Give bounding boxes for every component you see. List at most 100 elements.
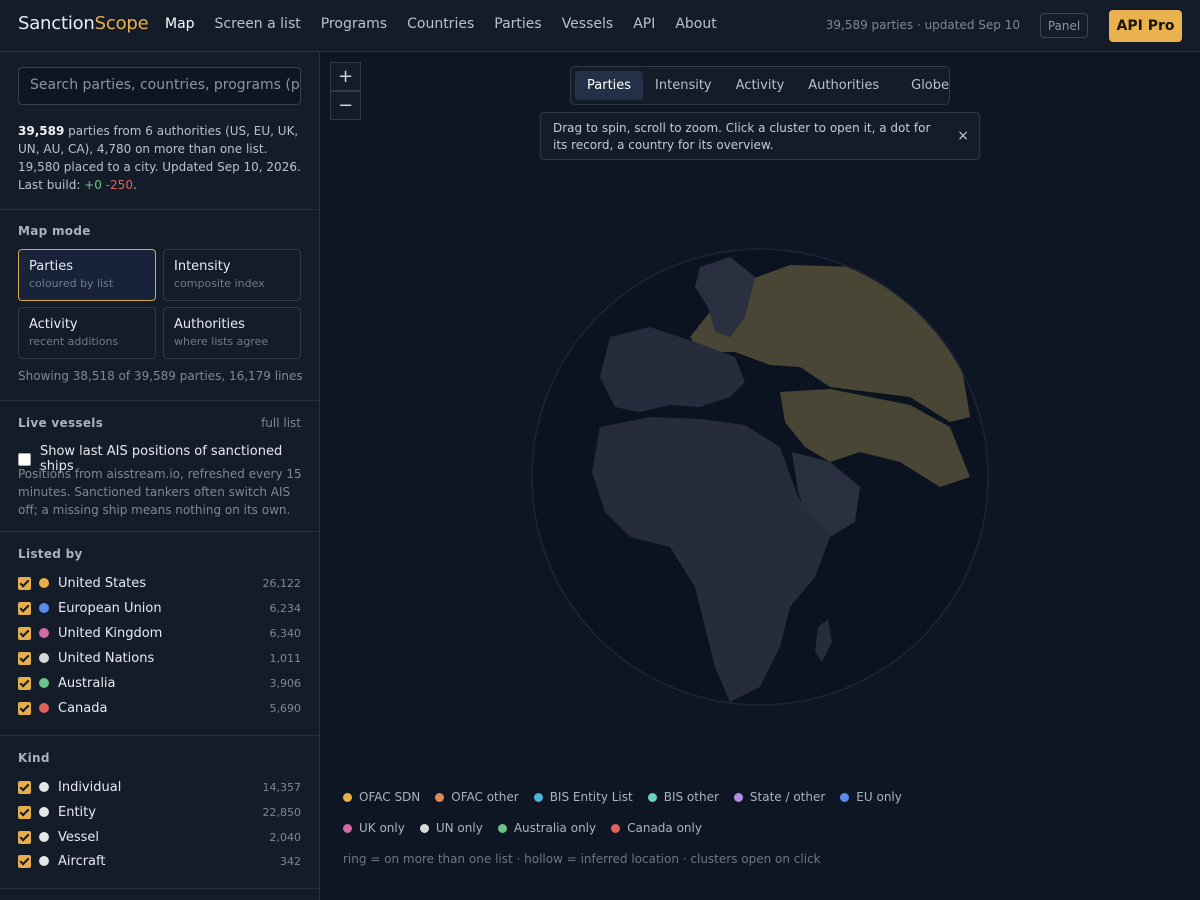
ais-description: Positions from aisstream.io, refreshed e…: [18, 467, 302, 517]
filter-count: 342: [280, 854, 301, 868]
summary-count: 39,589: [18, 124, 65, 138]
checkbox-checked[interactable]: [18, 830, 31, 844]
legend-item: BIS Entity List: [533, 788, 633, 806]
filter-label: United Kingdom: [58, 625, 163, 641]
filter-count: 2,040: [269, 830, 302, 844]
zoom-out-button[interactable]: −: [330, 91, 361, 120]
logo-main: Sanction: [18, 13, 95, 34]
nav-item-about[interactable]: About: [675, 16, 716, 32]
nav-item-api[interactable]: API: [633, 16, 655, 32]
divider: [0, 888, 319, 889]
filter-label: Canada: [58, 700, 108, 716]
api-pro-button[interactable]: API Pro: [1109, 10, 1182, 42]
legend-label: Canada only: [627, 821, 702, 835]
filter-entity[interactable]: Entity 22,850: [18, 802, 301, 822]
legend-dot: [419, 823, 429, 833]
checkbox-checked[interactable]: [18, 780, 31, 794]
filter-european-union[interactable]: European Union 6,234: [18, 598, 301, 618]
filter-vessel[interactable]: Vessel 2,040: [18, 827, 301, 847]
checkbox-checked[interactable]: [18, 676, 31, 690]
mode-card-title: Activity: [29, 317, 78, 332]
kind-dot: [39, 807, 49, 817]
legend-dot: [611, 823, 621, 833]
legend-dot: [343, 823, 352, 833]
checkbox-checked[interactable]: [18, 701, 31, 715]
filter-united-nations[interactable]: United Nations 1,011: [18, 648, 301, 668]
nav-item-programs[interactable]: Programs: [321, 16, 387, 32]
map-view-tabs: Parties Intensity Activity Authorities G…: [570, 66, 950, 105]
filter-individual[interactable]: Individual 14,357: [18, 777, 301, 797]
map-mode-title: Map mode: [18, 224, 91, 238]
full-list-link[interactable]: full list: [261, 416, 301, 430]
legend-label: State / other: [749, 790, 826, 804]
mode-card-title: Intensity: [174, 259, 231, 274]
nav-item-vessels[interactable]: Vessels: [562, 16, 614, 32]
legend-label: OFAC other: [451, 790, 519, 804]
build-added: +0: [84, 178, 102, 192]
filter-australia[interactable]: Australia 3,906: [18, 673, 301, 693]
tab-activity[interactable]: Activity: [724, 71, 797, 100]
tab-authorities[interactable]: Authorities: [796, 71, 891, 100]
map-hint-box: Drag to spin, scroll to zoom. Click a cl…: [540, 112, 980, 160]
panel-button[interactable]: Panel: [1040, 13, 1088, 38]
mode-card-intensity[interactable]: Intensity composite index: [163, 249, 301, 301]
zoom-in-button[interactable]: +: [330, 62, 361, 91]
legend-item: BIS other: [647, 788, 719, 806]
filter-united-kingdom[interactable]: United Kingdom 6,340: [18, 623, 301, 643]
filter-label: United States: [58, 575, 147, 591]
top-bar: SanctionScope Map Screen a list Programs…: [0, 0, 1200, 52]
mode-card-activity[interactable]: Activity recent additions: [18, 307, 156, 359]
filter-count: 5,690: [269, 701, 302, 715]
legend-item: EU only: [840, 788, 902, 806]
nav-item-map[interactable]: Map: [165, 16, 195, 32]
tab-parties[interactable]: Parties: [575, 71, 644, 100]
nav-item-parties[interactable]: Parties: [494, 16, 541, 32]
ais-checkbox[interactable]: [18, 452, 31, 466]
authority-color-dot: [39, 628, 49, 638]
close-icon[interactable]: ×: [957, 128, 969, 145]
map-hint-text: Drag to spin, scroll to zoom. Click a cl…: [553, 121, 931, 152]
mode-card-subtitle: composite index: [174, 277, 265, 290]
legend-item: State / other: [733, 788, 826, 806]
nav-item-countries[interactable]: Countries: [407, 16, 474, 32]
checkbox-checked[interactable]: [18, 651, 31, 665]
checkbox-checked[interactable]: [18, 576, 31, 590]
logo[interactable]: SanctionScope: [18, 13, 149, 34]
mode-card-subtitle: where lists agree: [174, 335, 269, 348]
checkbox-checked[interactable]: [18, 601, 31, 615]
kind-dot: [39, 782, 49, 792]
mode-card-authorities[interactable]: Authorities where lists agree: [163, 307, 301, 359]
checkbox-checked[interactable]: [18, 854, 31, 868]
filter-label: Australia: [58, 675, 116, 691]
filter-count: 14,357: [262, 780, 302, 794]
authority-color-dot: [39, 653, 49, 663]
tab-intensity[interactable]: Intensity: [643, 71, 724, 100]
legend-dot: [435, 792, 445, 802]
filter-aircraft[interactable]: Aircraft 342: [18, 851, 301, 871]
mode-card-parties[interactable]: Parties coloured by list: [18, 249, 156, 301]
nav-item-screen-a-list[interactable]: Screen a list: [215, 16, 301, 32]
mode-card-subtitle: recent additions: [29, 335, 119, 348]
legend-label: EU only: [856, 790, 902, 804]
mode-card-title: Authorities: [174, 317, 245, 332]
filter-canada[interactable]: Canada 5,690: [18, 698, 301, 718]
globe-map[interactable]: [530, 247, 990, 707]
filter-count: 26,122: [262, 576, 302, 590]
search-input[interactable]: Search parties, countries, programs (pr: [18, 67, 301, 105]
filter-united-states[interactable]: United States 26,122: [18, 573, 301, 593]
legend-note: ring = on more than one list · hollow = …: [343, 852, 821, 866]
summary-end: .: [132, 178, 137, 192]
kind-title: Kind: [18, 751, 50, 765]
legend-item: UN only: [419, 819, 483, 837]
build-removed: -250: [105, 178, 133, 192]
checkbox-checked[interactable]: [18, 626, 31, 640]
main-nav: Map Screen a list Programs Countries Par…: [165, 16, 737, 32]
authority-color-dot: [39, 603, 49, 613]
checkbox-checked[interactable]: [18, 805, 31, 819]
filter-label: European Union: [58, 600, 162, 616]
legend-dot: [533, 792, 543, 802]
kind-dot: [39, 856, 49, 866]
legend-item: Australia only: [497, 819, 596, 837]
filter-label: Vessel: [58, 829, 100, 845]
tab-globe[interactable]: Globe: [899, 71, 961, 100]
